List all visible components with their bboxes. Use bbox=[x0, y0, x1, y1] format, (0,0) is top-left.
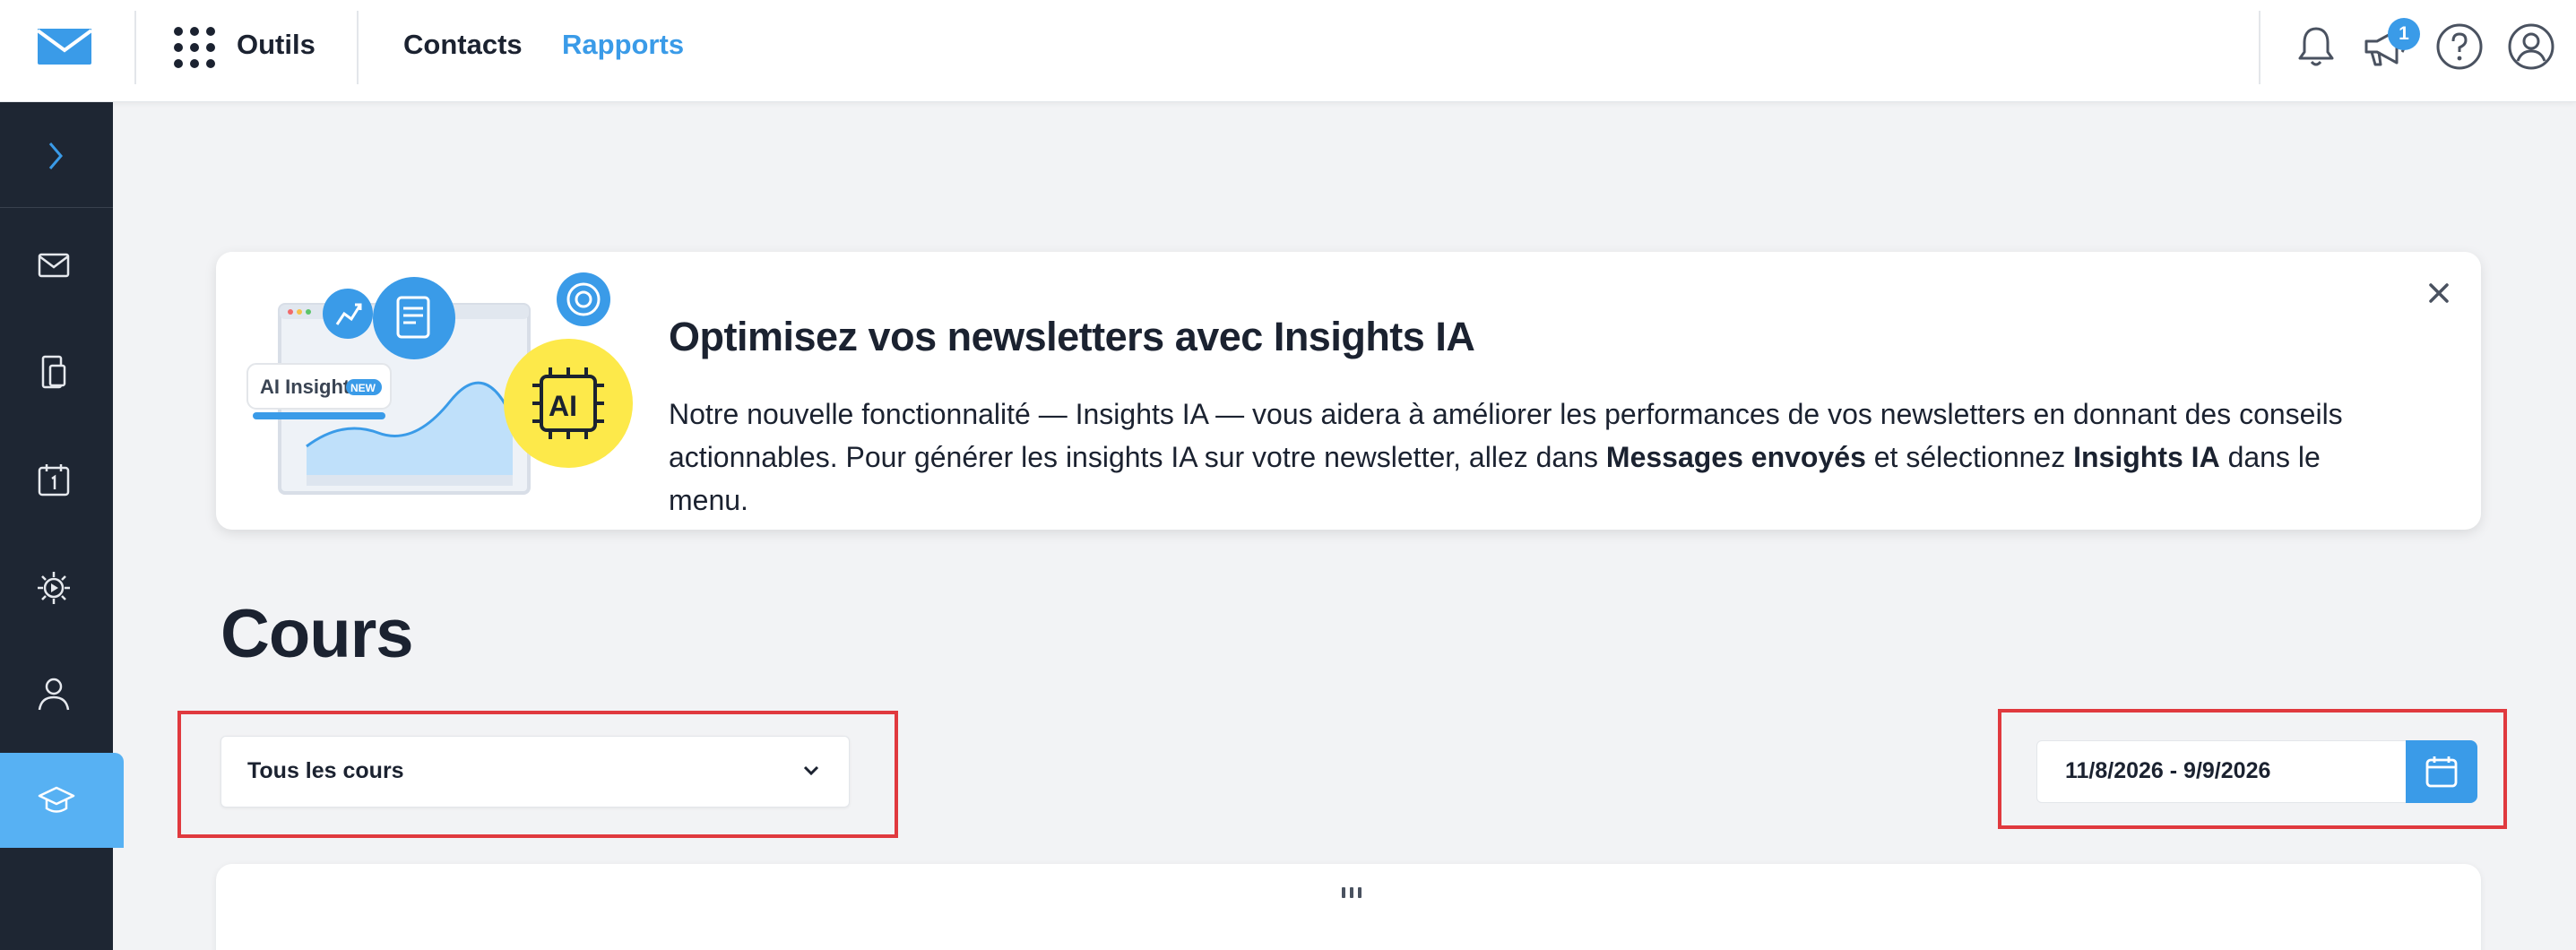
sidebar-item-courses[interactable] bbox=[0, 753, 124, 848]
grid-dots-icon[interactable] bbox=[174, 27, 215, 68]
courses-panel bbox=[216, 864, 2481, 950]
sidebar-toggle[interactable] bbox=[0, 102, 113, 208]
nav-rapports[interactable]: Rapports bbox=[562, 29, 684, 61]
course-select-value: Tous les cours bbox=[247, 758, 404, 783]
drag-handle-icon[interactable] bbox=[1342, 887, 1361, 900]
bell-icon[interactable] bbox=[2291, 22, 2341, 72]
user-circle-icon[interactable] bbox=[2506, 22, 2556, 72]
illustration-chip: AI bbox=[549, 390, 577, 422]
sidebar-item-contacts[interactable] bbox=[34, 674, 73, 713]
graduation-cap-icon bbox=[38, 786, 75, 813]
sidebar-item-automation[interactable] bbox=[34, 461, 73, 500]
illustration-badge: NEW bbox=[350, 382, 376, 394]
close-icon[interactable] bbox=[2420, 274, 2458, 312]
help-circle-icon[interactable] bbox=[2434, 22, 2485, 72]
chevron-right-icon bbox=[48, 142, 63, 169]
date-range-value: 11/8/2026 - 9/9/2026 bbox=[2065, 758, 2271, 783]
notification-badge: 1 bbox=[2388, 18, 2420, 50]
sent-messages-link-text: Messages envoyés bbox=[1605, 441, 1866, 473]
sidebar-item-webinars[interactable] bbox=[34, 568, 73, 608]
sidebar-item-forms[interactable] bbox=[34, 353, 73, 393]
sidebar-item-email[interactable] bbox=[34, 246, 73, 285]
ai-insights-illustration: AI Insights NEW AI bbox=[246, 272, 633, 495]
calendar-button[interactable] bbox=[2406, 740, 2477, 803]
chevron-down-icon[interactable] bbox=[799, 758, 824, 783]
calendar-icon bbox=[2425, 756, 2458, 788]
divider bbox=[2259, 11, 2260, 84]
banner-title: Optimisez vos newsletters avec Insights … bbox=[669, 314, 1475, 359]
page-title: Cours bbox=[220, 596, 414, 672]
divider bbox=[357, 11, 359, 84]
tools-menu[interactable]: Outils bbox=[237, 29, 316, 61]
divider bbox=[134, 11, 136, 84]
nav-contacts[interactable]: Contacts bbox=[403, 29, 523, 61]
top-bar: Outils Contacts Rapports 1 bbox=[0, 0, 2576, 102]
banner-text: Notre nouvelle fonctionnalité — Insights… bbox=[669, 398, 2343, 516]
envelope-logo-icon[interactable] bbox=[36, 27, 93, 66]
ai-insights-menu-text: Insights IA bbox=[2073, 441, 2220, 473]
illustration-label: AI Insights bbox=[260, 376, 360, 398]
